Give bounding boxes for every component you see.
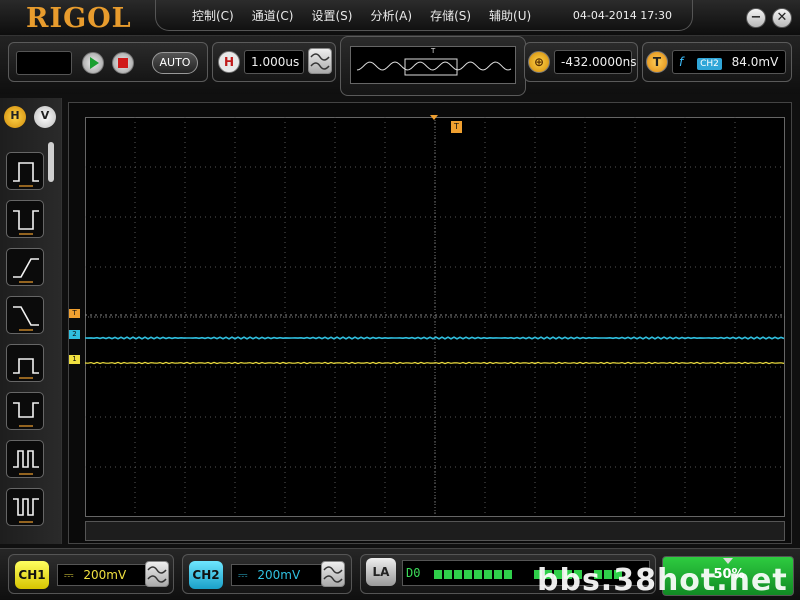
menu-channel[interactable]: 通道(C) — [252, 7, 294, 24]
timebase-adjust-button[interactable] — [308, 48, 332, 74]
menu-settings[interactable]: 设置(S) — [312, 7, 353, 24]
la-channel-label: D0 — [406, 566, 421, 580]
screen-status-bar — [85, 521, 785, 541]
runt-positive-icon — [13, 358, 39, 379]
ch1-panel: CH1 ⎓ 200mV — [8, 554, 174, 594]
la-activity-block — [474, 570, 482, 579]
dc-coupling-icon: ⎓ — [64, 568, 74, 582]
trigger-source-badge: CH2 — [697, 58, 722, 70]
stop-icon — [118, 58, 128, 68]
side-scrollbar[interactable] — [48, 142, 54, 182]
dc-coupling-icon: ⎓ — [238, 568, 248, 582]
falling-slope-icon — [13, 306, 39, 331]
waveform-overview[interactable]: T — [350, 46, 516, 84]
sine-wave-icon — [310, 53, 330, 70]
la-activity-block — [444, 570, 452, 579]
la-button[interactable]: LA — [366, 558, 396, 586]
auto-button[interactable]: AUTO — [152, 52, 198, 74]
waveform-screen[interactable] — [68, 102, 792, 544]
trigger-mode-pulse-negative-width[interactable] — [6, 200, 44, 238]
menu-control[interactable]: 控制(C) — [192, 7, 234, 24]
trigger-arrow-icon — [430, 115, 438, 120]
timebase-value[interactable]: 1.000us — [244, 50, 304, 74]
ch2-panel: CH2 ⎓ 200mV — [182, 554, 352, 594]
ch1-adjust-button[interactable] — [145, 561, 169, 587]
trigger-slope-icon: f — [679, 55, 684, 69]
minimize-button[interactable]: − — [746, 8, 766, 28]
pulse-negative-width-icon — [13, 210, 39, 235]
ch2-scale-value: 200mV — [257, 568, 301, 582]
trigger-mode-window-negative[interactable] — [6, 488, 44, 526]
ch2-button[interactable]: CH2 — [189, 561, 223, 589]
trigger-position-marker[interactable]: T — [451, 121, 462, 133]
trigger-mode-window-positive[interactable] — [6, 440, 44, 478]
ch2-offset-marker[interactable]: 2 — [69, 330, 80, 339]
trigger-level-marker[interactable]: T — [69, 309, 80, 318]
graticule — [85, 117, 785, 517]
trigger-tag[interactable]: T — [646, 51, 668, 73]
la-activity-block — [454, 570, 462, 579]
tab-vertical[interactable]: V — [34, 106, 56, 128]
play-icon — [90, 57, 99, 69]
la-activity-block — [464, 570, 472, 579]
ch1-offset-marker[interactable]: 1 — [69, 355, 80, 364]
pulse-positive-width-icon — [13, 162, 39, 187]
window-negative-icon — [13, 498, 39, 523]
trigger-mode-runt-positive[interactable] — [6, 344, 44, 382]
title-bar: RIGOL 控制(C) 通道(C) 设置(S) 分析(A) 存储(S) 辅助(U… — [0, 0, 800, 36]
date-time: 04-04-2014 17:30 — [572, 9, 672, 22]
brand-logo: RIGOL — [26, 3, 132, 34]
trigger-mode-runt-negative[interactable] — [6, 392, 44, 430]
sine-wave-icon — [323, 566, 343, 583]
ch2-scale[interactable]: ⎓ 200mV — [231, 564, 323, 586]
ch1-scale-value: 200mV — [83, 568, 127, 582]
watermark: bbs.38hot.net — [537, 563, 788, 598]
la-activity-block — [494, 570, 502, 579]
trigger-mode-rising-slope[interactable] — [6, 248, 44, 286]
ch1-scale[interactable]: ⎓ 200mV — [57, 564, 149, 586]
trigger-info[interactable]: f CH2 84.0mV — [672, 50, 786, 74]
window-positive-icon — [13, 450, 39, 475]
sine-wave-icon — [147, 566, 167, 583]
menu-bar: 控制(C) 通道(C) 设置(S) 分析(A) 存储(S) 辅助(U) 04-0… — [155, 0, 693, 31]
menu-analyze[interactable]: 分析(A) — [370, 7, 412, 24]
toolbar: AUTO H 1.000us T ⊕ -432.0000ns T f CH2 8… — [0, 36, 800, 96]
horizontal-tag[interactable]: H — [218, 51, 240, 73]
overview-trigger-marker: T — [431, 47, 436, 55]
menu-utility[interactable]: 辅助(U) — [489, 7, 531, 24]
ch2-adjust-button[interactable] — [321, 561, 345, 587]
tab-horizontal[interactable]: H — [4, 106, 26, 128]
rising-slope-icon — [13, 258, 39, 283]
la-activity-block — [434, 570, 442, 579]
runt-negative-icon — [13, 402, 39, 427]
trigger-mode-falling-slope[interactable] — [6, 296, 44, 334]
side-panel: H V — [0, 98, 62, 544]
la-activity-block — [504, 570, 512, 579]
ch1-button[interactable]: CH1 — [15, 561, 49, 589]
horizontal-offset[interactable]: -432.0000ns — [554, 50, 636, 74]
zoom-icon[interactable]: ⊕ — [528, 51, 550, 73]
trigger-level: 84.0mV — [731, 55, 779, 69]
close-button[interactable]: ✕ — [772, 8, 792, 28]
menu-storage[interactable]: 存储(S) — [430, 7, 471, 24]
la-activity-block — [484, 570, 492, 579]
trigger-mode-pulse-positive-width[interactable] — [6, 152, 44, 190]
stop-button[interactable] — [112, 52, 134, 74]
run-button[interactable] — [82, 52, 104, 74]
status-display — [16, 51, 72, 75]
